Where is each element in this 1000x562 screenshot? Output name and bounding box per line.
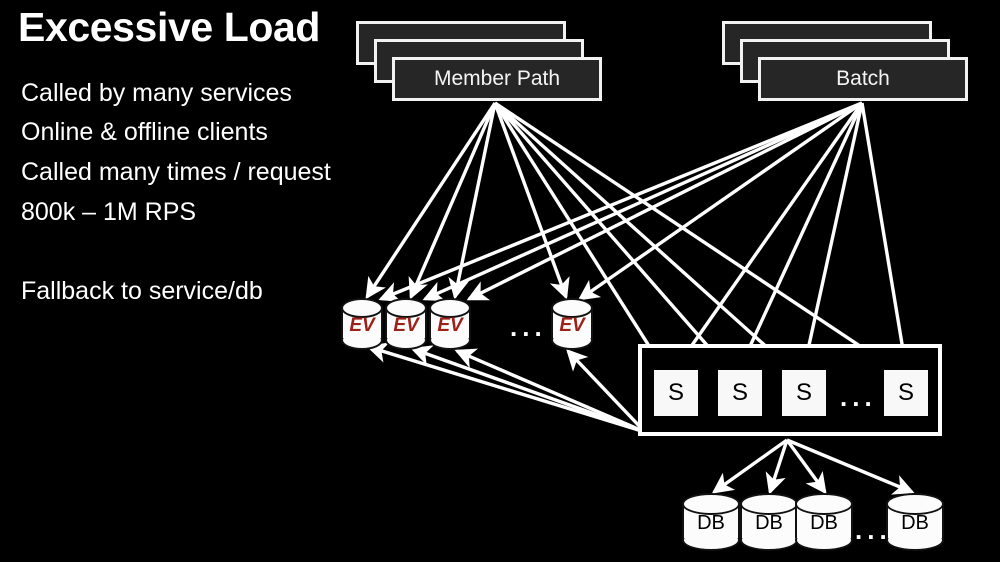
service-tier-container: S S S ... S [638,344,942,436]
service-node-4[interactable]: S [884,370,928,416]
db-node-label: DB [810,512,838,534]
service-node-1[interactable]: S [654,370,698,416]
cache-node-logo: EV [393,315,419,336]
cache-node-logo: EV [437,315,463,336]
cache-node-logo: EV [559,315,585,336]
batch-label: Batch [836,67,890,90]
cache-node-2[interactable]: EV [385,298,427,350]
db-node-3[interactable]: DB [795,493,853,551]
cache-node-3[interactable]: EV [429,298,471,350]
cache-tier-ellipsis: ... [510,312,547,342]
db-node-label: DB [755,512,783,534]
db-node-label: DB [901,512,929,534]
service-node-3[interactable]: S [782,370,826,416]
member-path-label: Member Path [433,67,561,90]
db-node-1[interactable]: DB [682,493,740,551]
service-node-2[interactable]: S [718,370,762,416]
db-node-4[interactable]: DB [886,493,944,551]
db-node-label: DB [697,512,725,534]
slide-canvas: Excessive Load Called by many services O… [0,0,1000,562]
db-node-2[interactable]: DB [740,493,798,551]
cache-node-4[interactable]: EV [551,298,593,350]
cache-node-logo: EV [349,315,375,336]
service-tier-ellipsis: ... [840,382,877,412]
cache-node-1[interactable]: EV [341,298,383,350]
member-path-box[interactable]: Member Path [392,57,602,101]
batch-box[interactable]: Batch [758,57,968,101]
